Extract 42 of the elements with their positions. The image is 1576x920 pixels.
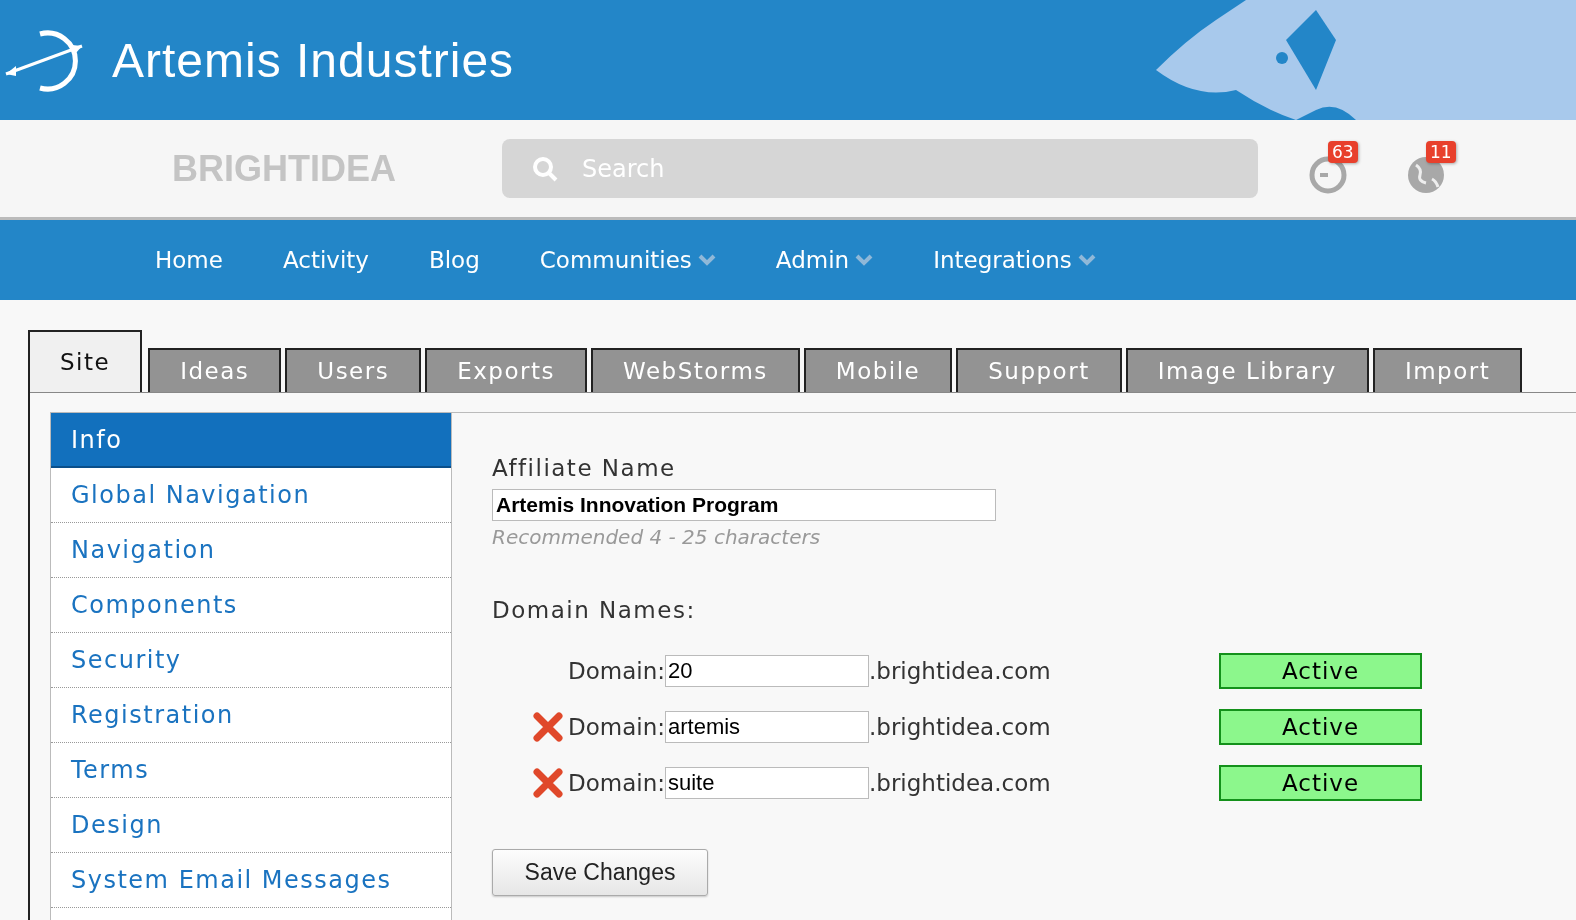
search-icon bbox=[532, 156, 558, 182]
tab[interactable]: Exports bbox=[425, 348, 587, 392]
input-field[interactable]: 20 bbox=[665, 655, 869, 687]
tab[interactable]: Image Library bbox=[1125, 348, 1369, 392]
section-label: Domain Names: bbox=[492, 597, 697, 623]
chevron-down-icon[interactable] bbox=[855, 254, 874, 266]
status-badge: Active bbox=[1219, 709, 1422, 745]
input-field[interactable]: artemis bbox=[665, 711, 869, 743]
domain-suffix: .brightidea.com bbox=[869, 714, 1052, 740]
hint-text: Recommended 4 - 25 characters bbox=[492, 525, 822, 549]
delete-x-icon[interactable] bbox=[533, 768, 563, 798]
brand-name: Artemis Industries bbox=[112, 32, 515, 88]
nav-link[interactable]: Communities bbox=[539, 247, 692, 273]
nav-link[interactable]: Blog bbox=[428, 247, 480, 273]
chevron-down-icon[interactable] bbox=[1077, 254, 1096, 266]
count-badge: 11 bbox=[1426, 140, 1456, 163]
status-badge: Active bbox=[1219, 653, 1422, 689]
save-button[interactable]: Save Changes bbox=[492, 849, 708, 896]
input-field[interactable]: Artemis Innovation Program bbox=[492, 489, 996, 521]
nav-link[interactable]: Home bbox=[155, 247, 223, 273]
tab[interactable]: Ideas bbox=[148, 348, 282, 392]
domain-label: Domain: bbox=[568, 714, 665, 740]
status-badge: Active bbox=[1219, 765, 1422, 801]
field-label: Affiliate Name bbox=[492, 455, 677, 481]
tab[interactable]: WebStorms bbox=[591, 348, 800, 392]
tab[interactable]: Mobile bbox=[803, 348, 953, 392]
delete-x-icon[interactable] bbox=[533, 712, 563, 742]
sidebar-item[interactable]: Info bbox=[51, 413, 451, 468]
tab[interactable]: Site bbox=[28, 330, 143, 392]
nav-link[interactable]: Activity bbox=[282, 247, 369, 273]
chevron-down-icon[interactable] bbox=[697, 254, 716, 266]
domain-label: Domain: bbox=[568, 658, 665, 684]
input-field[interactable]: suite bbox=[665, 767, 869, 799]
nav-link[interactable]: Integrations bbox=[933, 247, 1072, 273]
tab[interactable]: Users bbox=[285, 348, 422, 392]
domain-label: Domain: bbox=[568, 770, 665, 796]
tab[interactable]: Import bbox=[1372, 348, 1523, 392]
count-badge: 63 bbox=[1328, 140, 1358, 163]
nav-link[interactable]: Admin bbox=[775, 247, 850, 273]
domain-suffix: .brightidea.com bbox=[869, 658, 1052, 684]
tab[interactable]: Support bbox=[956, 348, 1122, 392]
domain-suffix: .brightidea.com bbox=[869, 770, 1052, 796]
